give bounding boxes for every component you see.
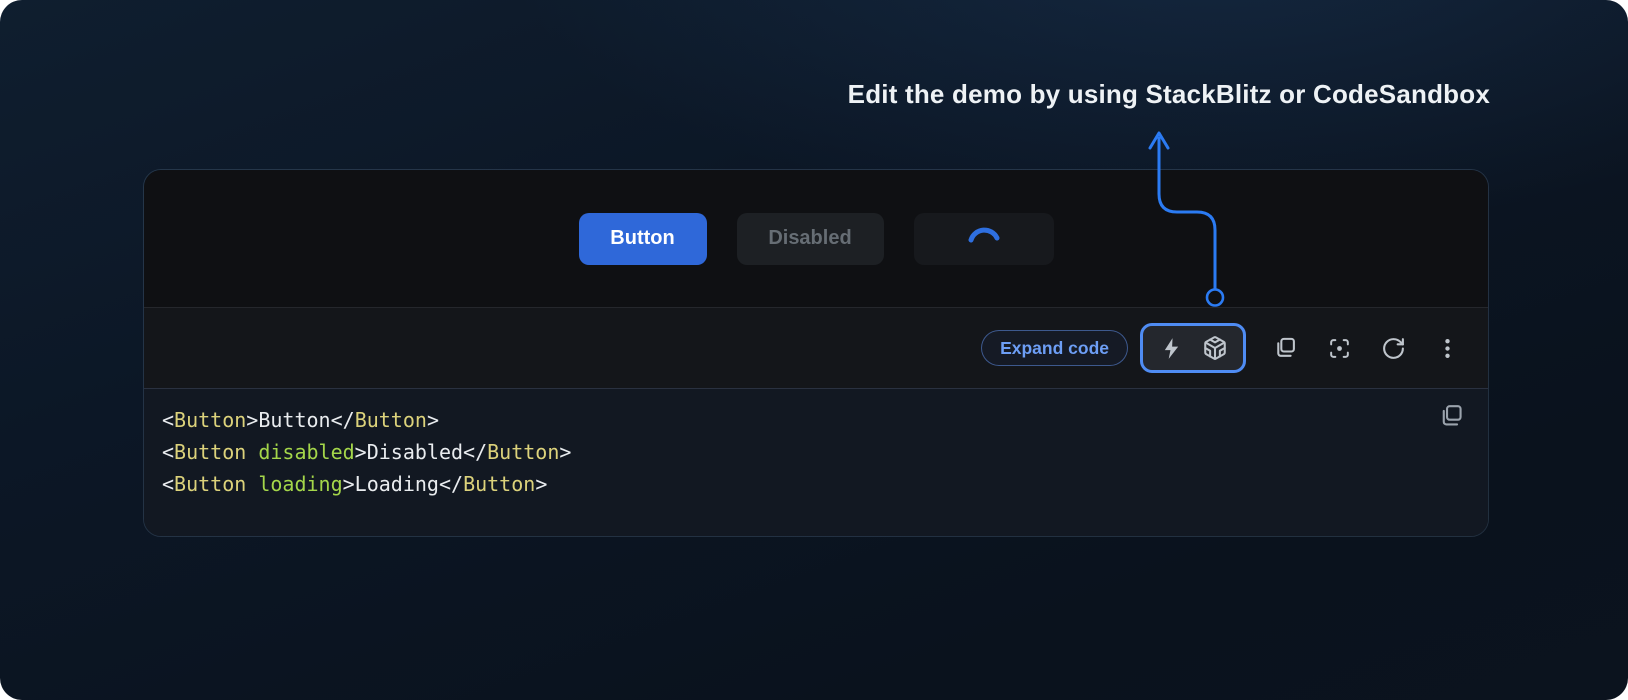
stackblitz-button[interactable] — [1149, 326, 1193, 370]
code-token: < — [162, 440, 174, 464]
docs-page: Edit the demo by using StackBlitz or Cod… — [0, 0, 1628, 700]
arrow-head-icon — [1150, 133, 1168, 148]
focus-center-icon — [1327, 336, 1352, 361]
demo-toolbar: Expand code — [144, 307, 1488, 388]
code-token: < — [162, 408, 174, 432]
edit-online-group — [1140, 323, 1246, 373]
code-token: > — [246, 408, 258, 432]
refresh-demo-button[interactable] — [1378, 326, 1408, 370]
code-token: </ — [331, 408, 355, 432]
code-token: Button — [463, 472, 535, 496]
code-token: disabled — [246, 440, 354, 464]
stackblitz-lightning-icon — [1159, 336, 1184, 361]
more-actions-button[interactable] — [1432, 326, 1462, 370]
code-token: Button — [258, 408, 330, 432]
focus-demo-button[interactable] — [1324, 326, 1354, 370]
refresh-icon — [1381, 336, 1406, 361]
annotation-text: Edit the demo by using StackBlitz or Cod… — [848, 79, 1490, 110]
code-token: > — [535, 472, 547, 496]
code-token: > — [559, 440, 571, 464]
code-line: <Button>Button</Button> — [162, 404, 1428, 436]
component-demo-card: Button Disabled Expand code — [143, 169, 1489, 537]
code-token: loading — [246, 472, 342, 496]
code-line: <Button loading>Loading</Button> — [162, 468, 1428, 500]
demo-loading-button[interactable] — [914, 213, 1054, 265]
code-token: Disabled — [367, 440, 463, 464]
codesandbox-cube-icon — [1202, 335, 1228, 361]
code-token: Loading — [355, 472, 439, 496]
code-token: </ — [463, 440, 487, 464]
code-token: > — [343, 472, 355, 496]
copy-icon — [1437, 402, 1465, 430]
code-token: Button — [355, 408, 427, 432]
demo-primary-button[interactable]: Button — [579, 213, 707, 265]
code-block: <Button>Button</Button> <Button disabled… — [144, 388, 1488, 536]
code-token: </ — [439, 472, 463, 496]
code-token: > — [355, 440, 367, 464]
expand-code-button[interactable]: Expand code — [981, 330, 1128, 366]
demo-disabled-button[interactable]: Disabled — [737, 213, 884, 265]
copy-code-button[interactable] — [1270, 326, 1300, 370]
code-token: > — [427, 408, 439, 432]
copy-icon — [1272, 335, 1298, 361]
code-token: Button — [174, 472, 246, 496]
kebab-menu-icon — [1435, 336, 1460, 361]
demo-preview-area: Button Disabled — [144, 170, 1488, 307]
code-token: < — [162, 472, 174, 496]
code-token: Button — [487, 440, 559, 464]
code-token: Button — [174, 440, 246, 464]
loading-spinner-icon — [968, 223, 1000, 255]
code-line: <Button disabled>Disabled</Button> — [162, 436, 1428, 468]
code-token: Button — [174, 408, 246, 432]
codesandbox-button[interactable] — [1193, 326, 1237, 370]
copy-code-snippet-button[interactable] — [1436, 402, 1466, 432]
